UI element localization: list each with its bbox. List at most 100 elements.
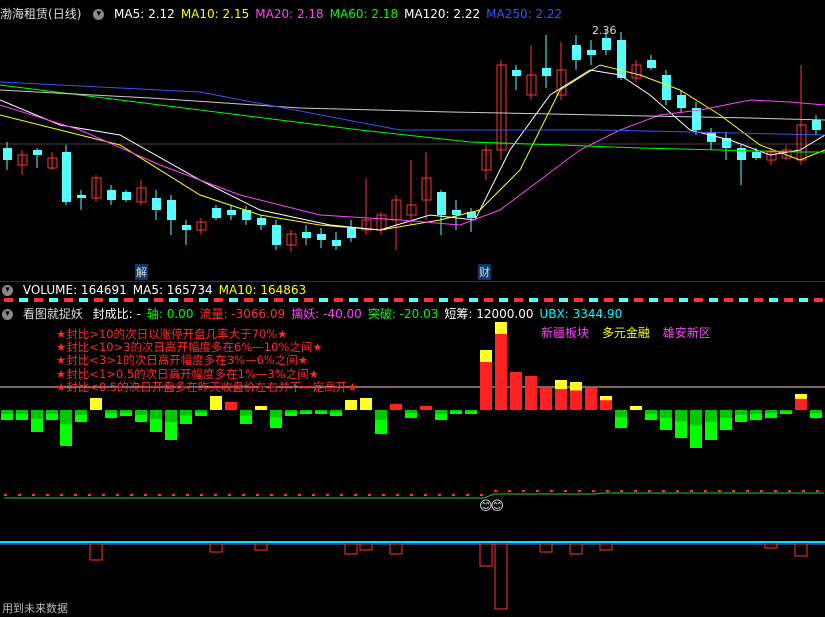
trend-dot	[74, 494, 77, 496]
volume-chart[interactable]	[0, 296, 825, 304]
sector-tag-diversified-finance[interactable]: 多元金融	[602, 326, 650, 340]
candle-body	[167, 200, 176, 220]
indicator-value-0: 封成比: -	[92, 307, 141, 321]
flow-bar	[46, 414, 58, 420]
trend-dot	[354, 494, 357, 496]
candle-body	[752, 152, 761, 158]
flow-bar	[780, 411, 792, 414]
volume-bar	[79, 298, 88, 302]
trend-dot	[242, 494, 245, 496]
trend-dot	[410, 494, 413, 496]
flow-bar-cap	[480, 350, 492, 362]
volume-bar	[589, 298, 598, 302]
volume-bar	[709, 298, 718, 302]
flow-bar	[510, 372, 522, 410]
trend-dot	[130, 494, 133, 496]
volume-bar	[379, 298, 388, 302]
volume-bar	[694, 298, 703, 302]
candle-body	[302, 232, 311, 238]
volume-bar	[19, 298, 28, 302]
flow-bar	[135, 414, 147, 422]
trend-dot	[186, 494, 189, 496]
trend-dot	[466, 494, 469, 496]
volume-bar	[634, 298, 643, 302]
flow-bar	[165, 422, 177, 440]
volume-bar	[514, 298, 523, 302]
price-chart[interactable]	[0, 20, 825, 278]
trend-dot	[802, 490, 805, 492]
ma-indicator-1: MA10: 2.15	[180, 7, 250, 21]
candle-body	[512, 70, 521, 76]
flow-bar	[765, 413, 777, 418]
candle-body	[107, 190, 116, 200]
indicator-title: 看图就捉妖	[22, 307, 83, 321]
candle-body	[62, 152, 71, 202]
candle-body	[587, 50, 596, 55]
flow-bar	[75, 414, 87, 422]
flow-bar-cap	[600, 396, 612, 401]
flow-bar	[435, 414, 447, 420]
volume-bar	[604, 298, 613, 302]
volume-bar	[799, 298, 808, 302]
trend-dot	[452, 494, 455, 496]
trend-dot	[494, 490, 497, 492]
indicator-value-1: 轴: 0.00	[146, 307, 194, 321]
ma-indicator-3: MA60: 2.18	[329, 7, 399, 21]
trend-dot	[746, 490, 749, 492]
flow-bar	[540, 388, 552, 410]
volume-bar	[724, 298, 733, 302]
volume-bar	[34, 298, 43, 302]
flow-bar	[360, 398, 372, 410]
flow-bar	[495, 322, 507, 410]
flow-bar-cap	[555, 380, 567, 389]
ubx-bar	[539, 543, 553, 553]
candle-body	[212, 208, 221, 218]
ma20-line	[0, 99, 825, 226]
trend-dot	[18, 494, 21, 496]
ubx-bar	[569, 543, 583, 555]
ma250-line	[0, 81, 825, 136]
flow-bar	[225, 402, 237, 410]
volume-bar	[559, 298, 568, 302]
chevron-down-icon[interactable]: ▾	[2, 309, 13, 320]
volume-bar	[274, 298, 283, 302]
sector-tag-xinjiang[interactable]: 新疆板块	[541, 326, 589, 340]
ubx-bar	[89, 543, 103, 561]
candle-body	[542, 68, 551, 76]
volume-bar	[244, 298, 253, 302]
volume-bar	[214, 298, 223, 302]
volume-bar	[454, 298, 463, 302]
flow-bar	[16, 414, 28, 420]
trend-dot	[46, 494, 49, 496]
volume-bar	[304, 298, 313, 302]
candle-body	[452, 210, 461, 215]
flow-bar	[735, 414, 747, 422]
event-marker-finance[interactable]: 财	[478, 264, 491, 280]
chevron-down-icon[interactable]: ▾	[93, 9, 105, 20]
sector-tag-xiongan[interactable]: 雄安新区	[663, 326, 711, 340]
ubx-bar	[794, 543, 808, 557]
trend-dot	[102, 494, 105, 496]
flow-bar	[285, 412, 297, 416]
volume-bar	[109, 298, 118, 302]
volume-bar	[289, 298, 298, 302]
trend-dot	[480, 494, 483, 496]
trend-dot	[564, 490, 567, 492]
trend-dot	[606, 490, 609, 492]
event-marker-unlock[interactable]: 解	[135, 264, 148, 280]
candle-body	[227, 210, 236, 215]
trend-dot	[788, 490, 791, 492]
chevron-down-icon[interactable]: ▾	[2, 285, 13, 296]
trend-dot	[578, 490, 581, 492]
candle-body	[272, 225, 281, 245]
flow-bar	[90, 398, 102, 410]
candle-body	[572, 45, 581, 60]
candle-body	[677, 95, 686, 108]
volume-bar	[229, 298, 238, 302]
stock-name: 渤海租赁	[0, 7, 49, 21]
ma120-line	[0, 89, 825, 121]
volume-bar	[484, 298, 493, 302]
trend-dot	[32, 494, 35, 496]
volume-bar	[679, 298, 688, 302]
trend-dot	[340, 494, 343, 496]
